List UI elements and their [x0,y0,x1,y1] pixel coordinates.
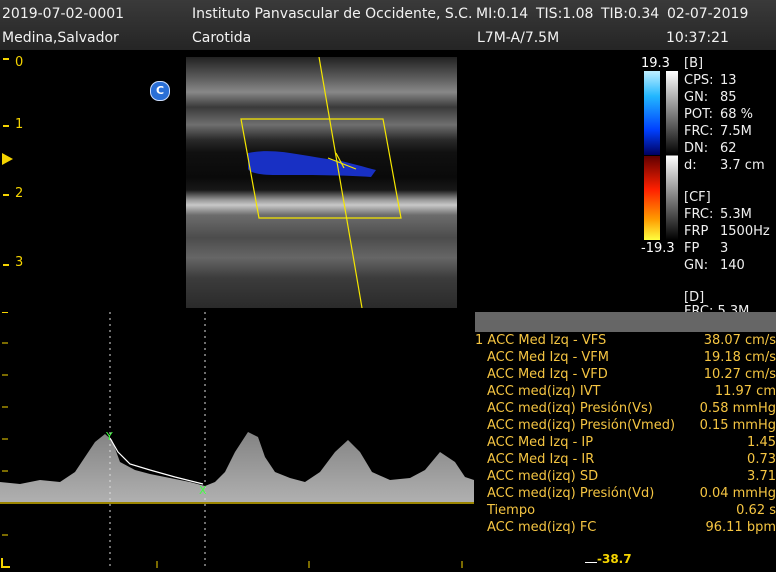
depth-label-2: 2 [15,186,24,201]
depth-label-3: 3 [15,255,24,270]
cf-param-value: 5.3M [720,207,752,222]
d-param-partial: FRC: 5.3M [684,305,749,312]
measurement-label: ACC Med Izq - IP [487,435,594,450]
cf-param-label: FRP [684,224,709,239]
exam-date: 02-07-2019 [667,6,749,22]
measurement-label: ACC med(izq) FC [487,520,597,535]
cf-param-label: FRC: [684,207,714,222]
measurement-row: Tiempo 0.62 s [475,503,776,520]
depth-label-1: 1 [15,117,24,132]
b-param-value: 62 [720,141,737,156]
measurement-row: ACC med(izq) Presión(Vs) 0.58 mmHg [475,401,776,418]
measurement-value: 10.27 cm/s [703,367,776,382]
velocity-scale-bottom: -38.7 [597,552,632,566]
patient-name: Medina,Salvador [2,30,119,46]
measurement-label: ACC med(izq) SD [487,469,599,484]
color-bar-positive [644,71,660,155]
cf-param-label: GN: [684,258,709,273]
measurement-value: 3.71 [747,469,776,484]
measurement-label: ACC Med Izq - VFD [487,367,608,382]
scale-dash [585,562,597,563]
d-mode-title: [D] [684,290,705,305]
end-marker-icon[interactable]: X [199,484,207,497]
measurement-value: 1.45 [747,435,776,450]
b-param-value: 7.5M [720,124,752,139]
study-id: 2019-07-02-0001 [2,6,125,22]
measurement-label: 1 ACC Med Izq - VFS [475,333,607,348]
b-param-value: 85 [720,90,737,105]
grayscale-bar [666,71,678,240]
measurement-label: ACC med(izq) Presión(Vmed) [487,418,676,433]
b-param-label: d: [684,158,697,173]
probe-frequency: L7M-A/7.5M [477,30,560,46]
depth-tick [3,264,9,266]
measurement-label: ACC med(izq) IVT [487,384,601,399]
institution: Instituto Panvascular de Occidente, S.C. [192,6,473,22]
measurement-row: ACC Med Izq - VFD 10.27 cm/s [475,367,776,384]
measurement-label: ACC Med Izq - IR [487,452,595,467]
b-param-label: FRC: [684,124,714,139]
focus-marker-icon [2,153,13,165]
doppler-overlay [240,57,402,308]
measurement-row: ACC Med Izq - VFM 19.18 cm/s [475,350,776,367]
cf-param-value: 140 [720,258,745,273]
header-bar: 2019-07-02-0001 Instituto Panvascular de… [0,0,776,50]
doppler-cursor-line[interactable] [318,57,363,308]
measurement-value: 11.97 cm [714,384,776,399]
measurement-value: 0.15 mmHg [699,418,776,433]
cf-param-value: 3 [720,241,729,256]
depth-tick [3,58,9,60]
measurement-value: 38.07 cm/s [703,333,776,348]
color-mode-badge: C [150,81,170,101]
measurement-value: 0.58 mmHg [699,401,776,416]
cf-param-value: 1500Hz [720,224,770,239]
peak-marker-icon[interactable]: Y [105,430,113,443]
exam-type: Carotida [192,30,252,46]
b-param-label: POT: [684,107,713,122]
measurement-value: 19.18 cm/s [703,350,776,365]
measurement-value: 0.62 s [736,503,776,518]
measurement-row: ACC med(izq) IVT 11.97 cm [475,384,776,401]
color-scale-bottom: -19.3 [641,241,675,256]
depth-label-0: 0 [15,55,24,70]
b-param-label: CPS: [684,73,714,88]
measurement-label: ACC Med Izq - VFM [487,350,610,365]
measurement-row: ACC Med Izq - IP 1.45 [475,435,776,452]
b-mode-title: [B] [684,56,704,71]
b-param-label: DN: [684,141,709,156]
measurement-row: ACC med(izq) Presión(Vmed) 0.15 mmHg [475,418,776,435]
cf-mode-title: [CF] [684,190,711,205]
spectral-waveform [0,432,474,502]
measurement-row: ACC med(izq) SD 3.71 [475,469,776,486]
measurement-row: ACC med(izq) Presión(Vd) 0.04 mmHg [475,486,776,503]
measurement-row: 1 ACC Med Izq - VFS 38.07 cm/s [475,333,776,350]
measurement-value: 96.11 bpm [705,520,776,535]
b-param-label: GN: [684,90,709,105]
measurement-value: 0.04 mmHg [699,486,776,501]
measurement-value: 0.73 [747,452,776,467]
mi-index: MI:0.14 [476,6,529,22]
spectrum-svg: Y X [0,311,474,568]
b-param-value: 3.7 cm [720,158,765,173]
b-param-value: 68 % [720,107,754,122]
depth-tick [3,194,9,196]
measurement-table-header [475,312,776,332]
ultrasound-image[interactable] [186,57,457,308]
color-scale-top: 19.3 [641,56,670,71]
measurement-label: ACC med(izq) Presión(Vd) [487,486,655,501]
b-param-value: 13 [720,73,737,88]
doppler-spectrum[interactable]: Y X [0,311,474,568]
depth-tick [3,125,9,127]
measurement-row: ACC Med Izq - IR 0.73 [475,452,776,469]
tis-index: TIS:1.08 [536,6,594,22]
measurement-row: ACC med(izq) FC 96.11 bpm [475,520,776,537]
measurement-label: ACC med(izq) Presión(Vs) [487,401,653,416]
color-bar-negative [644,156,660,240]
exam-time: 10:37:21 [666,30,729,46]
tib-index: TIB:0.34 [601,6,660,22]
cf-param-label: FP [684,241,700,256]
measurement-label: Tiempo [487,503,536,518]
color-flow-region [248,151,376,177]
